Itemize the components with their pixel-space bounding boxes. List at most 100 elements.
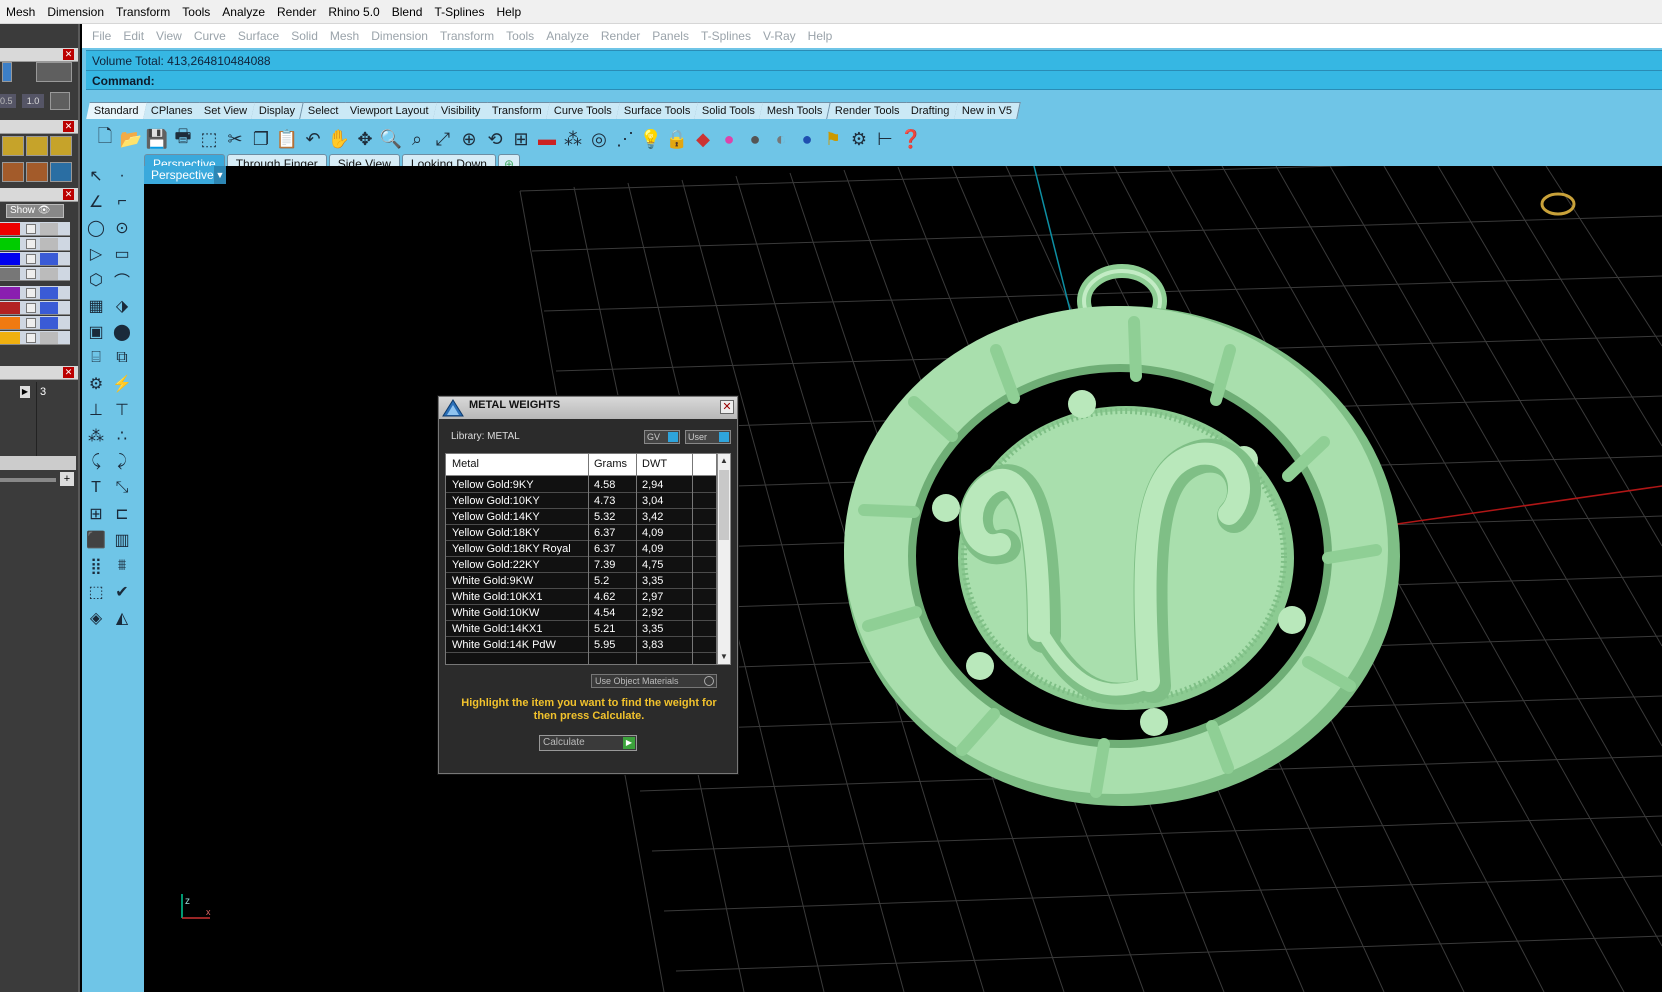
group-icon[interactable]: ⁂ (84, 424, 108, 448)
menu-analyze[interactable]: Analyze (216, 0, 271, 24)
tab-surface-tools[interactable]: Surface Tools (616, 102, 700, 119)
menu-solid[interactable]: Solid (285, 24, 324, 48)
surface-icon[interactable]: ▦ (84, 294, 108, 318)
new-file-icon[interactable]: 🗋 (92, 125, 118, 153)
layer-row[interactable] (0, 286, 70, 300)
rectangle-icon[interactable]: ▭ (110, 242, 134, 266)
zoom-icon[interactable]: 🔍 (378, 125, 404, 153)
grid-array-icon[interactable]: ⣿ (84, 554, 108, 578)
close-icon[interactable]: ✕ (720, 400, 734, 414)
extrude-icon[interactable]: ⬗ (110, 294, 134, 318)
menu-transform[interactable]: Transform (110, 0, 176, 24)
gear-icon[interactable]: ⚙ (84, 372, 108, 396)
point-icon[interactable]: · (110, 164, 134, 188)
print-icon[interactable]: 🖶 (170, 125, 196, 153)
tool-icon[interactable] (50, 136, 72, 156)
layer-row[interactable] (0, 316, 70, 330)
cplane-icon[interactable]: ◎ (586, 125, 612, 153)
menu-mesh[interactable]: Mesh (324, 24, 365, 48)
menu-blend[interactable]: Blend (386, 0, 429, 24)
tab-set-view[interactable]: Set View (196, 102, 257, 119)
tab-transform[interactable]: Transform (484, 102, 551, 119)
eraser-icon[interactable]: ◈ (84, 606, 108, 630)
tab-select[interactable]: Select (299, 102, 347, 119)
menu-vray[interactable]: V-Ray (757, 24, 802, 48)
tab-display[interactable]: Display (251, 102, 305, 119)
tool-icon[interactable] (50, 162, 72, 182)
table-row[interactable]: White Gold:14K PdW 5.95 3,83 (446, 637, 716, 653)
menu-rhino5[interactable]: Rhino 5.0 (322, 0, 385, 24)
text-icon[interactable]: T (84, 476, 108, 500)
layer-row[interactable] (0, 252, 70, 266)
tab-solid-tools[interactable]: Solid Tools (694, 102, 765, 119)
tab-mesh-tools[interactable]: Mesh Tools (759, 102, 832, 119)
zoom-selected-icon[interactable]: ⊕ (456, 125, 482, 153)
zoom-extents-icon[interactable]: ⤢ (430, 125, 456, 153)
polygon-icon[interactable]: ⬡ (84, 268, 108, 292)
dimension-icon[interactable]: ⤡ (110, 476, 134, 500)
transform-icon[interactable]: ⊥ (84, 398, 108, 422)
menu-dimension[interactable]: Dimension (365, 24, 434, 48)
layer-row[interactable] (0, 331, 70, 345)
table-row[interactable]: Yellow Gold:18KY 6.37 4,09 (446, 525, 716, 541)
table-row[interactable]: Yellow Gold:18KY Royal 6.37 4,09 (446, 541, 716, 557)
menu-help[interactable]: Help (802, 24, 839, 48)
ring-object-icon[interactable] (1540, 192, 1576, 216)
circle-icon[interactable]: ◯ (84, 216, 108, 240)
slider-track[interactable] (0, 478, 56, 482)
offset-icon[interactable]: ⊏ (110, 502, 134, 526)
table-row[interactable]: Yellow Gold:22KY 7.39 4,75 (446, 557, 716, 573)
value-field-2[interactable]: 1.0 (22, 94, 44, 108)
dialog-titlebar[interactable]: METAL WEIGHTS ✕ (439, 397, 737, 419)
show-button[interactable]: Show 👁 (6, 204, 64, 218)
menu-tsplines[interactable]: T-Splines (695, 24, 757, 48)
chevron-down-icon[interactable]: ▼ (214, 166, 226, 184)
analyze-icon[interactable]: ⬚ (84, 580, 108, 604)
help-icon[interactable]: ❓ (898, 125, 924, 153)
curve-cp-icon[interactable]: ⌐ (110, 190, 134, 214)
tab-drafting[interactable]: Drafting (903, 102, 959, 119)
ladder-icon[interactable]: ⩩ (110, 554, 134, 578)
boolean-icon[interactable]: ⬤ (110, 320, 134, 344)
tool-icon[interactable] (26, 136, 48, 156)
scroll-thumb[interactable] (719, 470, 729, 540)
tab-render-tools[interactable]: Render Tools (827, 102, 909, 119)
lock-icon[interactable]: 🔒 (664, 125, 690, 153)
polyline-icon[interactable]: ∠ (84, 190, 108, 214)
menu-surface[interactable]: Surface (232, 24, 285, 48)
menu-curve[interactable]: Curve (188, 24, 232, 48)
box-icon[interactable]: ▣ (84, 320, 108, 344)
lightning-icon[interactable]: ⚡ (110, 372, 134, 396)
material-sphere-icon[interactable]: ● (794, 125, 820, 153)
cut-icon[interactable]: ✂ (222, 125, 248, 153)
open-folder-icon[interactable]: 📂 (118, 125, 144, 153)
undo-icon[interactable]: ↶ (300, 125, 326, 153)
close-icon[interactable]: ✕ (63, 121, 74, 132)
menu-tools[interactable]: Tools (500, 24, 540, 48)
menu-edit[interactable]: Edit (117, 24, 150, 48)
osnap-icon[interactable]: ⁂ (560, 125, 586, 153)
menu-render[interactable]: Render (271, 0, 322, 24)
fillet-curve-icon[interactable]: ⌒ (110, 268, 134, 292)
viewport-grid-icon[interactable]: ⊞ (508, 125, 534, 153)
table-row[interactable]: White Gold:14KX1 5.21 3,35 (446, 621, 716, 637)
align-icon[interactable]: ⊤ (110, 398, 134, 422)
table-scrollbar[interactable]: ▲ ▼ (717, 453, 731, 665)
command-prompt[interactable]: Command: (86, 70, 1662, 90)
header-grams[interactable]: Grams (594, 458, 627, 470)
copy-icon[interactable]: ❐ (248, 125, 274, 153)
trim-icon[interactable]: ⤸ (110, 450, 134, 474)
scroll-down-icon[interactable]: ▼ (718, 650, 730, 664)
cylinder-icon[interactable]: ⌸ (84, 346, 108, 370)
menu-help[interactable]: Help (490, 0, 527, 24)
table-row[interactable]: Yellow Gold:10KY 4.73 3,04 (446, 493, 716, 509)
tab-standard[interactable]: Standard (86, 102, 148, 119)
dimension-icon[interactable]: ⊢ (872, 125, 898, 153)
viewport-title-menu[interactable]: Perspective ▼ (144, 166, 226, 184)
menu-analyze[interactable]: Analyze (540, 24, 595, 48)
close-icon[interactable]: ✕ (63, 49, 74, 60)
close-icon[interactable]: ✕ (63, 189, 74, 200)
layer-row[interactable] (0, 301, 70, 315)
panel-button[interactable] (2, 62, 12, 82)
grid-icon[interactable] (50, 92, 70, 110)
